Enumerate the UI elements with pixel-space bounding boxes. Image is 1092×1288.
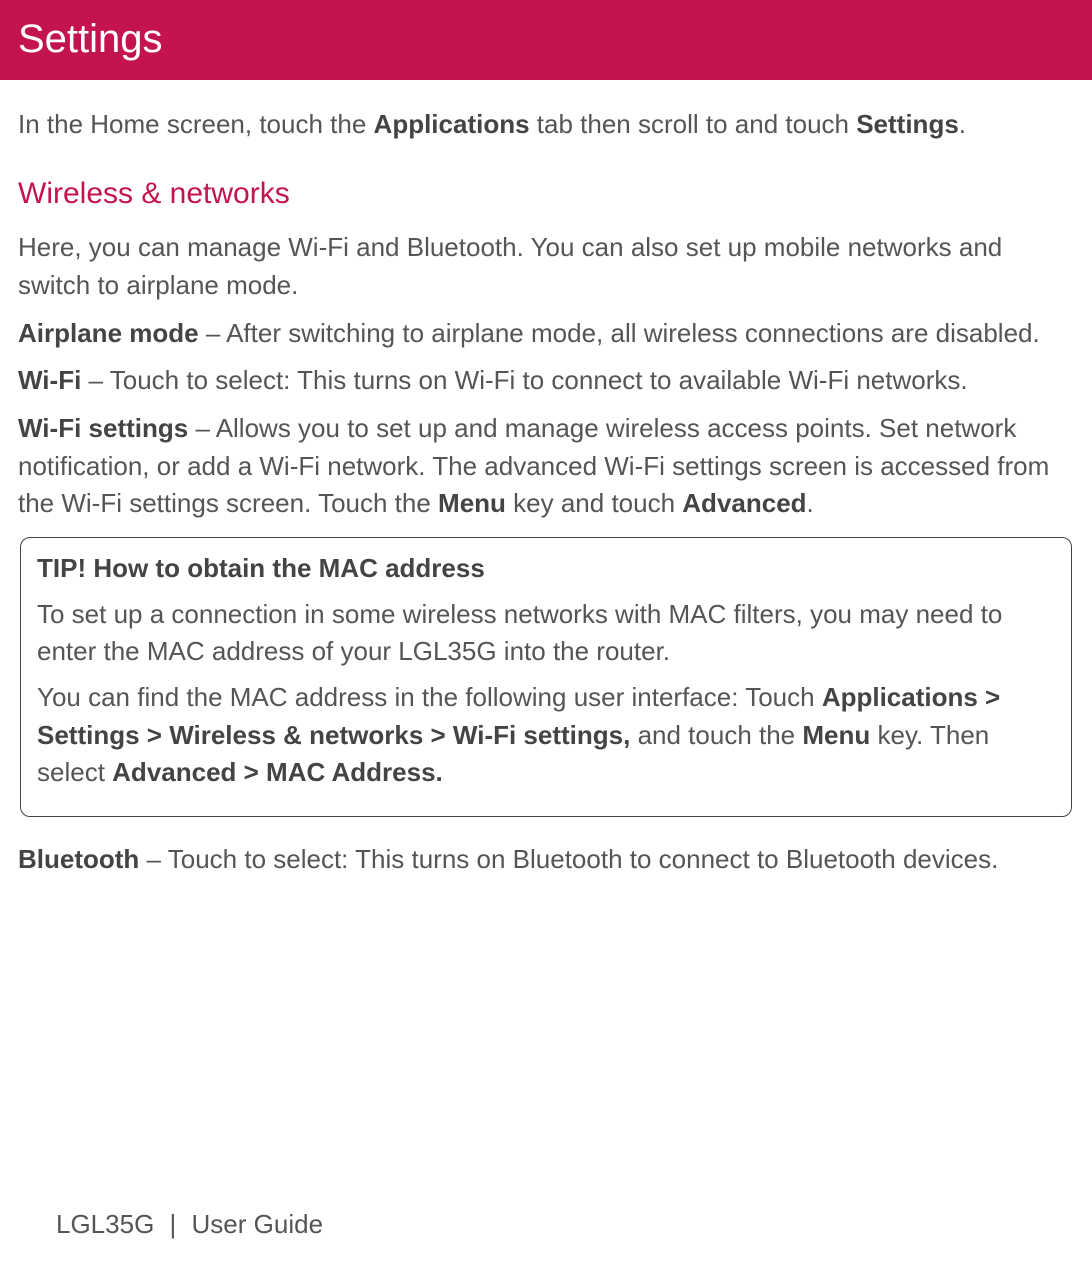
wifi-settings-label: Wi-Fi settings [18,413,188,443]
wifi-settings-text: . [807,488,814,518]
tip-paragraph-2: You can find the MAC address in the foll… [37,679,1055,792]
tip-advanced-bold: Advanced > MAC Address. [112,757,443,787]
wifi-label: Wi-Fi [18,365,81,395]
page-title: Settings [18,17,163,61]
section-heading-wireless: Wireless & networks [18,172,1074,216]
wifi-settings-item: Wi-Fi settings – Allows you to set up an… [18,410,1074,523]
footer-guide: User Guide [192,1209,324,1239]
intro-bold-settings: Settings [856,109,959,139]
tip-text: and touch the [630,720,802,750]
bluetooth-text: – Touch to select: This turns on Bluetoo… [139,844,998,874]
intro-bold-applications: Applications [374,109,530,139]
page-header: Settings [0,0,1092,80]
bluetooth-label: Bluetooth [18,844,139,874]
airplane-mode-text: – After switching to airplane mode, all … [199,318,1040,348]
tip-text: You can find the MAC address in the foll… [37,682,822,712]
footer-separator: | [170,1209,177,1239]
tip-box: TIP! How to obtain the MAC address To se… [20,537,1072,817]
wireless-description: Here, you can manage Wi-Fi and Bluetooth… [18,229,1074,304]
airplane-mode-item: Airplane mode – After switching to airpl… [18,315,1074,353]
advanced-bold: Advanced [682,488,806,518]
intro-paragraph: In the Home screen, touch the Applicatio… [18,106,1074,144]
intro-text: . [959,109,966,139]
wifi-text: – Touch to select: This turns on Wi-Fi t… [81,365,967,395]
tip-title: TIP! How to obtain the MAC address [37,550,1055,588]
airplane-mode-label: Airplane mode [18,318,199,348]
wifi-item: Wi-Fi – Touch to select: This turns on W… [18,362,1074,400]
intro-text: In the Home screen, touch the [18,109,374,139]
intro-text: tab then scroll to and touch [530,109,857,139]
wifi-settings-text: key and touch [506,488,682,518]
menu-bold: Menu [438,488,506,518]
page-content: In the Home screen, touch the Applicatio… [0,80,1092,879]
page-footer: LGL35G | User Guide [56,1206,323,1244]
footer-model: LGL35G [56,1209,154,1239]
tip-paragraph-1: To set up a connection in some wireless … [37,596,1055,671]
bluetooth-item: Bluetooth – Touch to select: This turns … [18,841,1074,879]
tip-menu-bold: Menu [802,720,870,750]
